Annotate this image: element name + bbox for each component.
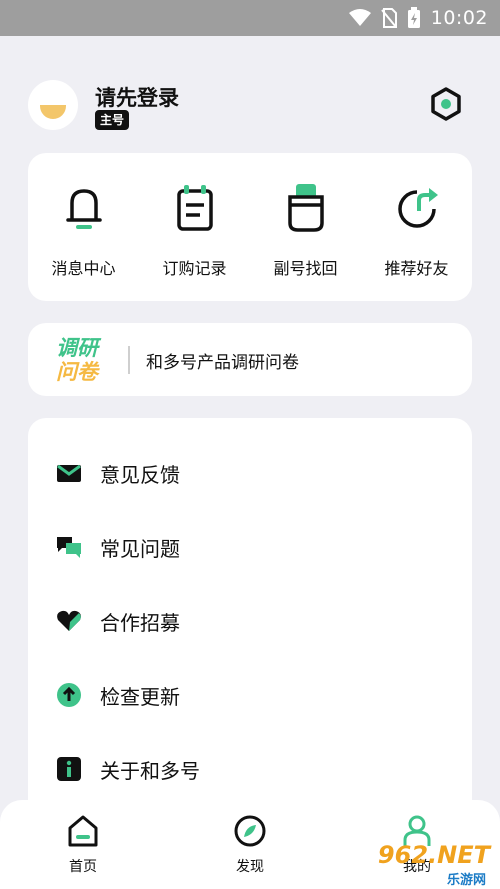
menu-item-feedback[interactable]: 意见反馈	[28, 442, 472, 502]
quick-action-label: 消息中心	[51, 259, 116, 278]
status-bar: 10:02	[0, 0, 500, 36]
quick-action-messages[interactable]: 消息中心	[28, 183, 139, 279]
tab-label: 发现	[236, 859, 264, 875]
no-sim-icon	[380, 8, 397, 28]
mail-icon	[57, 464, 81, 482]
menu-item-label: 意见反馈	[100, 463, 180, 487]
bell-icon	[65, 189, 102, 229]
notepad-icon	[176, 185, 213, 231]
quick-action-label: 推荐好友	[384, 259, 449, 278]
share-arrow-icon	[397, 188, 438, 228]
quick-action-recover[interactable]: 副号找回	[250, 183, 361, 279]
site-watermark: 962.NET 乐游网	[366, 841, 494, 888]
menu-item-label: 检查更新	[100, 685, 180, 709]
quick-action-invite[interactable]: 推荐好友	[361, 183, 472, 279]
menu-item-check-update[interactable]: 检查更新	[28, 664, 472, 724]
chat-bubbles-icon	[57, 537, 81, 558]
survey-divider	[128, 346, 130, 374]
avatar[interactable]	[28, 80, 78, 130]
quick-action-label: 订购记录	[162, 259, 227, 278]
tab-label: 首页	[69, 859, 97, 875]
menu-item-label: 关于和多号	[100, 759, 200, 783]
menu-item-cooperation[interactable]: 合作招募	[28, 590, 472, 650]
status-time: 10:02	[430, 7, 488, 29]
settings-menu: 意见反馈 常见问题 合作招募 检查更新 关于和多号	[28, 418, 472, 838]
watermark-logo: 962.NET	[377, 841, 490, 869]
wifi-icon	[348, 9, 371, 26]
quick-actions-card: 消息中心 订购记录 副号找回 推荐好友	[28, 153, 472, 301]
login-prompt[interactable]: 请先登录	[95, 82, 179, 112]
battery-charging-icon	[407, 7, 420, 28]
home-icon	[68, 815, 98, 847]
bottom-navigation: 首页 发现 我的 962.NET 乐游网	[0, 800, 500, 889]
survey-banner[interactable]: 调研 问卷 和多号产品调研问卷	[28, 323, 472, 396]
profile-header[interactable]: 请先登录 主号	[28, 80, 472, 134]
quick-action-orders[interactable]: 订购记录	[139, 183, 250, 279]
settings-hexagon-icon[interactable]	[428, 86, 464, 122]
survey-logo-line2: 问卷	[56, 360, 98, 384]
watermark-site-name: 乐游网	[446, 873, 486, 888]
upload-arrow-icon	[57, 683, 81, 707]
quick-action-label: 副号找回	[273, 259, 338, 278]
survey-logo-line1: 调研	[56, 336, 98, 360]
menu-item-label: 合作招募	[100, 611, 180, 635]
survey-text: 和多号产品调研问卷	[146, 353, 299, 373]
menu-item-about[interactable]: 关于和多号	[28, 738, 472, 798]
info-icon	[57, 757, 81, 781]
survey-logo: 调研 问卷	[56, 336, 116, 384]
menu-item-faq[interactable]: 常见问题	[28, 516, 472, 576]
tab-discover[interactable]: 发现	[200, 814, 300, 876]
account-type-badge: 主号	[95, 110, 130, 130]
cup-icon	[287, 184, 324, 232]
heart-icon	[57, 610, 81, 631]
menu-item-label: 常见问题	[100, 537, 180, 561]
tab-home[interactable]: 首页	[33, 814, 133, 876]
compass-icon	[234, 815, 266, 847]
